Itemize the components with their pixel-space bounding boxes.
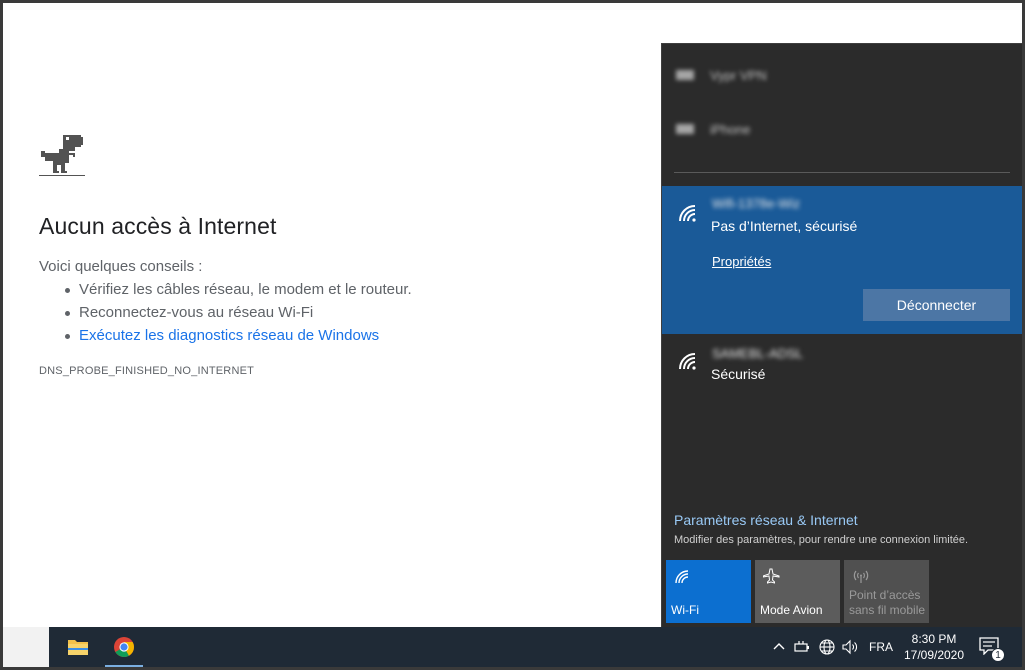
- wifi-tile-label: Wi-Fi: [671, 603, 699, 617]
- other-ssid: SAMEBL-ADSL: [712, 346, 804, 361]
- network-item-vpn-1[interactable]: Vypr VPN: [674, 66, 767, 84]
- dino-icon[interactable]: [39, 133, 85, 179]
- clock-date: 17/09/2020: [903, 648, 965, 662]
- diagnostics-link[interactable]: Exécutez les diagnostics réseau de Windo…: [39, 324, 412, 347]
- airplane-mode-tile[interactable]: Mode Avion: [755, 560, 840, 623]
- other-status: Sécurisé: [711, 366, 766, 382]
- disconnect-button[interactable]: Déconnecter: [863, 289, 1010, 321]
- network-item-connected[interactable]: Wifi-1378e-Wiz Pas d’Internet, sécurisé …: [662, 186, 1022, 334]
- network-item-vpn-2[interactable]: iPhone: [674, 120, 750, 138]
- error-title: Aucun accès à Internet: [39, 213, 277, 239]
- hotspot-icon: [853, 570, 869, 583]
- network-settings-description: Modifier des paramètres, pour rendre une…: [674, 534, 969, 546]
- mobile-hotspot-tile[interactable]: Point d’accès sans fil mobile: [844, 560, 929, 623]
- network-ssid: iPhone: [710, 121, 751, 137]
- airplane-icon: [763, 568, 780, 584]
- quick-actions: Wi-Fi Mode Avion Point d’accès sans fil …: [666, 560, 929, 623]
- hotspot-label-line1: Point d’accès: [849, 588, 921, 602]
- network-ssid: Vypr VPN: [710, 67, 767, 83]
- wifi-toggle-tile[interactable]: Wi-Fi: [666, 560, 751, 623]
- network-settings-link[interactable]: Paramètres réseau & Internet: [674, 512, 858, 528]
- error-code: DNS_PROBE_FINISHED_NO_INTERNET: [39, 365, 255, 377]
- error-intro: Voici quelques conseils :: [39, 258, 203, 275]
- tip-reconnect: Reconnectez-vous au réseau Wi-Fi: [39, 301, 412, 324]
- connected-ssid: Wifi-1378e-Wiz: [712, 196, 801, 211]
- vpn-icon: [676, 70, 694, 80]
- taskbar: FRA 8:30 PM 17/09/2020 1: [3, 627, 1022, 667]
- chevron-up-icon[interactable]: [770, 638, 788, 656]
- chrome-taskbar-button[interactable]: [101, 627, 147, 667]
- action-center-button[interactable]: 1: [979, 637, 1005, 662]
- tip-cables: Vérifiez les câbles réseau, le modem et …: [39, 278, 412, 301]
- tips-list: Vérifiez les câbles réseau, le modem et …: [39, 278, 412, 347]
- wifi-icon: [675, 570, 689, 584]
- vpn-icon: [676, 124, 694, 134]
- wifi-icon: [679, 353, 696, 370]
- language-indicator[interactable]: FRA: [869, 640, 893, 654]
- airplane-tile-label: Mode Avion: [760, 603, 823, 617]
- network-item-other[interactable]: SAMEBL-ADSL Sécurisé: [662, 342, 1022, 394]
- notification-count-badge: 1: [991, 648, 1005, 662]
- hotspot-label-line2: sans fil mobile: [849, 603, 926, 617]
- folder-icon: [68, 640, 88, 655]
- battery-icon[interactable]: [793, 638, 811, 656]
- clock-time: 8:30 PM: [911, 632, 957, 646]
- divider: [674, 172, 1010, 173]
- properties-link[interactable]: Propriétés: [712, 254, 771, 269]
- clock[interactable]: 8:30 PM 17/09/2020: [899, 631, 969, 663]
- network-flyout: Vypr VPN iPhone Wifi-1378e-Wiz Pas d’Int…: [661, 43, 1022, 627]
- volume-icon[interactable]: [841, 638, 859, 656]
- file-explorer-button[interactable]: [55, 627, 101, 667]
- wifi-icon: [679, 205, 696, 222]
- chrome-icon: [114, 637, 135, 658]
- connected-status: Pas d’Internet, sécurisé: [711, 218, 858, 234]
- network-globe-icon[interactable]: [818, 638, 836, 656]
- taskbar-search-box[interactable]: [3, 627, 49, 667]
- hotspot-tile-label: Point d’accès sans fil mobile: [849, 588, 925, 618]
